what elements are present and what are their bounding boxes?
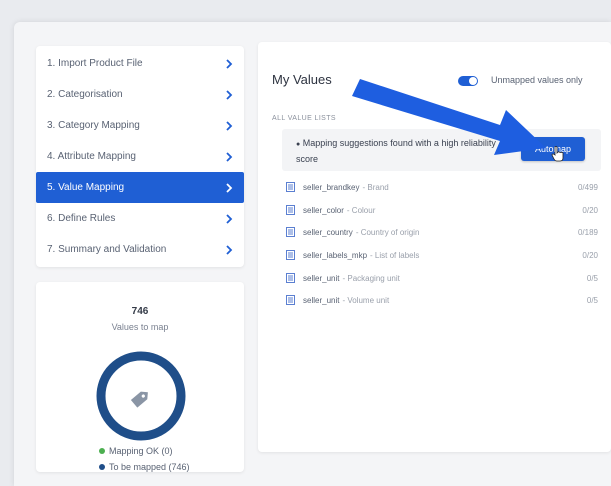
step-categorisation[interactable]: 2. Categorisation (36, 79, 244, 110)
page-title: My Values (272, 72, 332, 87)
chevron-right-icon (224, 89, 234, 101)
value-list-item[interactable]: seller_color - Colour 0/20 (286, 202, 598, 218)
list-icon (286, 227, 295, 237)
list-count: 0/5 (586, 273, 598, 283)
value-list-item[interactable]: seller_unit - Packaging unit 0/5 (286, 270, 598, 286)
list-count: 0/20 (582, 205, 598, 215)
values-count-label: Values to map (111, 322, 169, 332)
step-attribute-mapping[interactable]: 4. Attribute Mapping (36, 141, 244, 172)
status-dot-ok (99, 448, 105, 454)
legend-ok-label: Mapping OK (0) (109, 446, 173, 456)
step-label: 3. Category Mapping (47, 120, 140, 131)
step-summary-validation[interactable]: 7. Summary and Validation (36, 234, 244, 265)
list-icon (286, 250, 295, 260)
list-desc: - Colour (346, 205, 376, 215)
chevron-right-icon (224, 120, 234, 132)
section-heading: ALL VALUE LISTS (272, 115, 336, 122)
list-desc: - Volume unit (342, 295, 390, 305)
list-count: 0/5 (586, 295, 598, 305)
chevron-right-icon (224, 182, 234, 194)
step-label: 6. Define Rules (47, 213, 116, 224)
step-label: 5. Value Mapping (47, 182, 125, 193)
tag-icon (130, 391, 148, 408)
step-import[interactable]: 1. Import Product File (36, 48, 244, 79)
legend-todo-label: To be mapped (746) (109, 462, 190, 472)
unmapped-only-toggle[interactable] (458, 76, 478, 86)
status-dot-todo (99, 464, 105, 470)
list-name: seller_color (303, 205, 344, 215)
list-icon (286, 273, 295, 283)
step-category-mapping[interactable]: 3. Category Mapping (36, 110, 244, 141)
bullet-icon: ● (296, 141, 301, 148)
list-count: 0/20 (582, 250, 598, 260)
step-label: 2. Categorisation (47, 89, 123, 100)
toggle-label: Unmapped values only (491, 75, 583, 85)
value-list-item[interactable]: seller_unit - Volume unit 0/5 (286, 292, 598, 308)
list-name: seller_country (303, 227, 353, 237)
values-count: 746 (131, 306, 149, 317)
list-desc: - Brand (362, 182, 389, 192)
value-list-item[interactable]: seller_brandkey - Brand 0/499 (286, 179, 598, 195)
list-name: seller_unit (303, 295, 340, 305)
chevron-right-icon (224, 213, 234, 225)
list-desc: - Packaging unit (342, 273, 400, 283)
step-value-mapping[interactable]: 5. Value Mapping (36, 172, 244, 203)
legend-mapping-ok: Mapping OK (0) (99, 446, 173, 456)
mapping-donut-chart (96, 351, 186, 441)
step-label: 4. Attribute Mapping (47, 151, 136, 162)
suggestion-text: ● Mapping suggestions found with a high … (296, 138, 496, 164)
list-desc: - Country of origin (355, 227, 420, 237)
chevron-right-icon (224, 58, 234, 70)
cursor-hand-icon (551, 146, 564, 162)
list-name: seller_labels_mkp (303, 250, 368, 260)
values-stats-card: 746 Values to map Mapping OK (0) To be m… (36, 282, 244, 472)
legend-to-be-mapped: To be mapped (746) (99, 462, 190, 472)
list-icon (286, 182, 295, 192)
list-icon (286, 205, 295, 215)
step-define-rules[interactable]: 6. Define Rules (36, 203, 244, 234)
chevron-right-icon (224, 244, 234, 256)
value-list-item[interactable]: seller_labels_mkp - List of labels 0/20 (286, 247, 598, 263)
value-list-item[interactable]: seller_country - Country of origin 0/189 (286, 224, 598, 240)
list-name: seller_brandkey (303, 182, 360, 192)
list-count: 0/189 (577, 227, 598, 237)
step-label: 7. Summary and Validation (47, 244, 167, 255)
chevron-right-icon (224, 151, 234, 163)
list-count: 0/499 (577, 182, 598, 192)
steps-sidebar: 1. Import Product File 2. Categorisation… (36, 46, 244, 267)
list-icon (286, 295, 295, 305)
my-values-panel: My Values Unmapped values only ALL VALUE… (258, 42, 611, 452)
step-label: 1. Import Product File (47, 58, 143, 69)
list-name: seller_unit (303, 273, 340, 283)
list-desc: - List of labels (370, 250, 420, 260)
